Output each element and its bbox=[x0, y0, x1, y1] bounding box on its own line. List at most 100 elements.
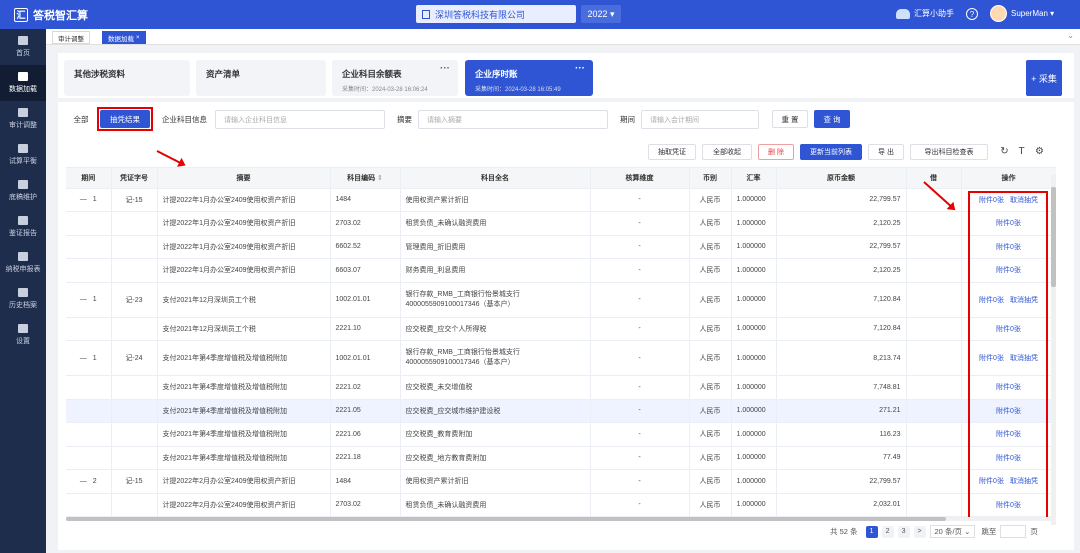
expand-toggle-icon[interactable]: — bbox=[80, 478, 87, 485]
dimension-cell: - bbox=[638, 219, 641, 227]
jump-input[interactable] bbox=[1000, 525, 1027, 538]
expand-toggle-icon[interactable]: — bbox=[80, 196, 87, 203]
more-icon[interactable]: ··· bbox=[440, 63, 450, 74]
gear-icon[interactable]: ⚙ bbox=[1034, 146, 1045, 157]
amount-cell: 2,120.25 bbox=[873, 266, 901, 274]
user-menu[interactable]: SuperMan ▾ bbox=[990, 5, 1054, 22]
close-icon[interactable]: × bbox=[136, 34, 140, 41]
dimension-cell: - bbox=[638, 383, 641, 391]
sidebar-item-audit[interactable]: 审计调整 bbox=[0, 101, 46, 137]
amount-cell: 77.49 bbox=[882, 454, 901, 462]
sidebar-item-home[interactable]: 首页 bbox=[0, 29, 46, 65]
help-icon[interactable]: ? bbox=[966, 8, 978, 20]
card-asset-list[interactable]: 资产清单 bbox=[196, 60, 326, 96]
more-icon[interactable]: ··· bbox=[575, 63, 585, 74]
sidebar-item-tax[interactable]: 纳税申报表 bbox=[0, 245, 46, 281]
table-cell: 计提2022年2月办公室2409使用权资产折旧 bbox=[157, 493, 331, 517]
export-check-button[interactable]: 导出科目检查表 bbox=[910, 144, 988, 160]
page-2[interactable]: 2 bbox=[881, 525, 894, 538]
text-size-icon[interactable]: T bbox=[1016, 146, 1027, 157]
table-cell: 2221.18 bbox=[330, 446, 401, 470]
tab-audit[interactable]: 审计调整 bbox=[52, 31, 90, 44]
table-cell: 记-15 bbox=[111, 469, 158, 494]
collapse-icon[interactable]: ⌄ bbox=[1067, 31, 1074, 40]
sidebar-item-balance[interactable]: 试算平衡 bbox=[0, 137, 46, 173]
name-cell: 使用权资产累计折旧 bbox=[405, 196, 469, 204]
table-cell: 支付2021年第4季度增值税及增值税附加 bbox=[157, 375, 331, 400]
code-cell: 2703.02 bbox=[335, 501, 361, 509]
table-row[interactable]: 支付2021年第4季度增值税及增值税附加 2221.06 应交税费_教育费附加 - 人民… bbox=[66, 422, 1056, 447]
sidebar-item-archive[interactable]: 历史档案 bbox=[0, 281, 46, 317]
table-cell: - bbox=[590, 399, 690, 423]
expand-toggle-icon[interactable]: — bbox=[80, 296, 87, 303]
amount-cell: 7,748.81 bbox=[873, 383, 901, 391]
table-row[interactable]: 计提2022年1月办公室2409使用权资产折旧 6603.07 财务费用_利息费用 -… bbox=[66, 258, 1056, 283]
page-size-select[interactable]: 20 条/页 ⌄ bbox=[929, 525, 976, 538]
card-journal[interactable]: 企业序时账 采集时间：2024-03-28 16:05:49 ··· bbox=[465, 60, 593, 96]
period-label: 期间 bbox=[620, 115, 635, 124]
tab-data-load[interactable]: 数据加载 × bbox=[102, 31, 146, 44]
table-row[interactable]: — 1 记-24 支付2021年第4季度增值税及增值税附加 1002.01.01 银行存… bbox=[66, 340, 1056, 376]
table-cell: 2221.06 bbox=[330, 422, 401, 447]
expand-toggle-icon[interactable]: — bbox=[80, 355, 87, 362]
collect-button[interactable]: + 采集 bbox=[1026, 60, 1062, 96]
table-cell bbox=[906, 399, 962, 423]
rate-cell: 1.000000 bbox=[736, 296, 766, 303]
amount-cell: 2,120.25 bbox=[873, 219, 901, 227]
table-cell: 7,748.81 bbox=[776, 375, 907, 400]
table-row[interactable]: 计提2022年1月办公室2409使用权资产折旧 6602.52 管理费用_折旧费用 -… bbox=[66, 235, 1056, 259]
vertical-scrollbar[interactable] bbox=[1051, 175, 1056, 525]
sort-icon[interactable]: ⇕ bbox=[377, 175, 383, 182]
header-code[interactable]: 科目编码 ⇕ bbox=[330, 168, 401, 189]
period-input[interactable]: 请输入会计期间 bbox=[641, 110, 759, 129]
table-row[interactable]: — 1 记-15 计提2022年1月办公室2409使用权资产折旧 1484 使用权资产累… bbox=[66, 188, 1056, 212]
filter-all-button[interactable]: 全部 bbox=[68, 110, 94, 128]
query-button[interactable]: 查 询 bbox=[814, 110, 850, 128]
table-row[interactable]: 计提2022年1月办公室2409使用权资产折旧 2703.02 租赁负债_未确认融资… bbox=[66, 211, 1056, 236]
rate-cell: 1.000000 bbox=[736, 243, 766, 251]
table-cell: 应交税费_应交个人所得税 bbox=[400, 317, 591, 341]
sidebar-item-report[interactable]: 鉴证报告 bbox=[0, 209, 46, 245]
collapse-all-button[interactable]: 全部收起 bbox=[702, 144, 752, 160]
delete-button[interactable]: 删 除 bbox=[758, 144, 794, 160]
scroll-thumb[interactable] bbox=[1051, 187, 1056, 287]
table-row[interactable]: 支付2021年第4季度增值税及增值税附加 2221.02 应交税费_未交增值税 - 人民… bbox=[66, 375, 1056, 400]
horizontal-scrollbar[interactable] bbox=[66, 517, 1051, 521]
page-3[interactable]: 3 bbox=[897, 525, 910, 538]
summary-label: 摘要 bbox=[397, 115, 412, 124]
card-subject-balance[interactable]: 企业科目余额表 采集时间：2024-03-28 16:06:24 ··· bbox=[332, 60, 458, 96]
period-cell: 1 bbox=[92, 196, 97, 204]
sidebar-item-settings[interactable]: 设置 bbox=[0, 317, 46, 353]
export-button[interactable]: 导 出 bbox=[868, 144, 904, 160]
table-row[interactable]: 支付2021年第4季度增值税及增值税附加 2221.05 应交税费_应交城市维护建设… bbox=[66, 399, 1056, 423]
subject-input[interactable]: 请输入企业科目信息 bbox=[215, 110, 385, 129]
table-row[interactable]: 计提2022年2月办公室2409使用权资产折旧 2703.02 租赁负债_未确认融资… bbox=[66, 493, 1056, 517]
page-1[interactable]: 1 bbox=[865, 525, 878, 538]
summary-input[interactable]: 请输入摘要 bbox=[418, 110, 608, 129]
reset-button[interactable]: 重 置 bbox=[772, 110, 808, 128]
scroll-thumb[interactable] bbox=[66, 517, 946, 521]
next-page-icon[interactable]: > bbox=[913, 525, 926, 538]
table-cell: 1.000000 bbox=[731, 282, 777, 318]
sidebar-item-draft[interactable]: 底稿维护 bbox=[0, 173, 46, 209]
table-row[interactable]: — 1 记-23 支付2021年12月深圳员工个税 1002.01.01 银行存款_RM… bbox=[66, 282, 1056, 318]
table-row[interactable]: 支付2021年12月深圳员工个税 2221.10 应交税费_应交个人所得税 - 人民币 1… bbox=[66, 317, 1056, 341]
helper-button[interactable]: 汇算小助手 bbox=[896, 8, 954, 19]
sidebar-item-data-load[interactable]: 数据加载 bbox=[0, 65, 46, 101]
table-cell: 银行存款_RMB_工商银行怡景城支行 4000055909100017346（基… bbox=[400, 282, 591, 318]
summary-cell: 支付2021年第4季度增值税及增值税附加 bbox=[162, 384, 287, 392]
table-row[interactable]: — 2 记-15 计提2022年2月办公室2409使用权资产折旧 1484 使用权资产累… bbox=[66, 469, 1056, 494]
table-row[interactable]: 支付2021年第4季度增值税及增值税附加 2221.18 应交税费_地方教育费附加 -… bbox=[66, 446, 1056, 470]
company-selector[interactable]: 深圳答税科技有限公司 bbox=[416, 5, 576, 23]
extract-voucher-button[interactable]: 抽取凭证 bbox=[648, 144, 696, 160]
update-list-button[interactable]: 更新当前列表 bbox=[800, 144, 862, 160]
refresh-icon[interactable]: ↻ bbox=[999, 146, 1010, 157]
table-cell: 1.000000 bbox=[731, 317, 777, 341]
data-source-cards: 其他涉税资料 资产清单 企业科目余额表 采集时间：2024-03-28 16:06… bbox=[58, 53, 1074, 98]
tax-icon bbox=[18, 252, 28, 261]
card-other-tax-docs[interactable]: 其他涉税资料 bbox=[64, 60, 190, 96]
table-cell: 6603.07 bbox=[330, 258, 401, 283]
table-cell: 支付2021年第4季度增值税及增值税附加 bbox=[157, 399, 331, 423]
table-cell: 1.000000 bbox=[731, 235, 777, 259]
year-selector[interactable]: 2022 ▾ bbox=[581, 5, 621, 23]
